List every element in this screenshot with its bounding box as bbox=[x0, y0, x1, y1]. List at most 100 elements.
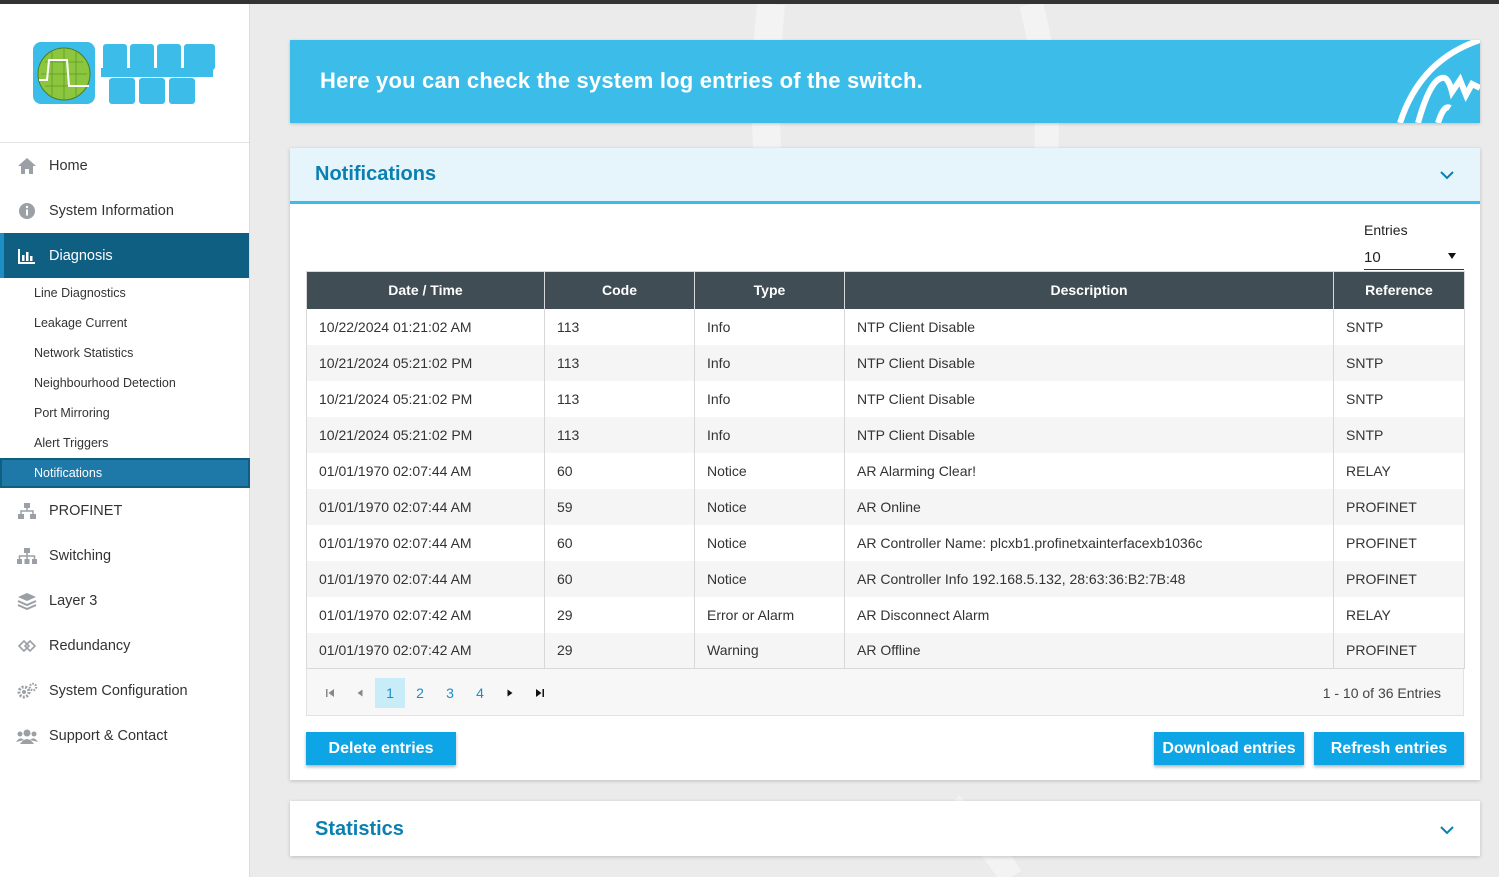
page-4-button[interactable]: 4 bbox=[465, 678, 495, 708]
nav-profinet[interactable]: PROFINET bbox=[0, 488, 249, 533]
sub-neighbourhood-detection[interactable]: Neighbourhood Detection bbox=[0, 368, 249, 398]
chart-icon bbox=[16, 246, 38, 266]
entries-select-value: 10 bbox=[1364, 249, 1381, 266]
diagnosis-submenu: Line Diagnostics Leakage Current Network… bbox=[0, 278, 250, 488]
download-entries-button[interactable]: Download entries bbox=[1154, 732, 1304, 765]
cell-date-time: 10/21/2024 05:21:02 PM bbox=[306, 380, 545, 417]
nav-diagnosis[interactable]: Diagnosis bbox=[0, 233, 249, 278]
sub-notifications[interactable]: Notifications bbox=[0, 458, 250, 488]
log-table: Date / Time Code Type Description Refere… bbox=[306, 271, 1465, 669]
cell-date-time: 01/01/1970 02:07:42 AM bbox=[306, 596, 545, 633]
banner-wave-logo bbox=[1397, 40, 1480, 123]
statistics-title: Statistics bbox=[315, 818, 404, 840]
cell-description: AR Controller Info 192.168.5.132, 28:63:… bbox=[844, 560, 1334, 597]
first-page-icon[interactable] bbox=[315, 678, 345, 708]
cell-reference: SNTP bbox=[1333, 344, 1465, 381]
caret-down-icon bbox=[1448, 253, 1456, 259]
page-1-button[interactable]: 1 bbox=[375, 678, 405, 708]
cell-type: Error or Alarm bbox=[694, 596, 845, 633]
next-page-icon[interactable] bbox=[495, 678, 525, 708]
cell-date-time: 10/21/2024 05:21:02 PM bbox=[306, 344, 545, 381]
page-3-button[interactable]: 3 bbox=[435, 678, 465, 708]
sub-port-mirroring[interactable]: Port Mirroring bbox=[0, 398, 249, 428]
cell-code: 60 bbox=[544, 452, 695, 489]
table-row: 10/21/2024 05:21:02 PM 113 Info NTP Client … bbox=[306, 416, 1465, 453]
prev-page-icon[interactable] bbox=[345, 678, 375, 708]
cell-description: NTP Client Disable bbox=[844, 344, 1334, 381]
page-info: 1 - 10 of 36 Entries bbox=[1322, 685, 1441, 701]
nav-home-label: Home bbox=[49, 157, 88, 174]
table-row: 10/21/2024 05:21:02 PM 113 Info NTP Client … bbox=[306, 380, 1465, 417]
chevron-down-icon[interactable] bbox=[1440, 825, 1454, 835]
main-nav: Home System Information Diagnosis bbox=[0, 143, 249, 278]
cell-type: Notice bbox=[694, 560, 845, 597]
cell-description: AR Alarming Clear! bbox=[844, 452, 1334, 489]
cell-reference: RELAY bbox=[1333, 452, 1465, 489]
cell-type: Warning bbox=[694, 632, 845, 669]
nav-switching-label: Switching bbox=[49, 547, 112, 564]
home-icon bbox=[16, 156, 38, 176]
page-2-button[interactable]: 2 bbox=[405, 678, 435, 708]
cell-date-time: 01/01/1970 02:07:44 AM bbox=[306, 488, 545, 525]
delete-entries-button[interactable]: Delete entries bbox=[306, 732, 456, 765]
cell-code: 59 bbox=[544, 488, 695, 525]
table-row: 01/01/1970 02:07:42 AM 29 Warning AR Offlin… bbox=[306, 632, 1465, 669]
chevron-down-icon[interactable] bbox=[1440, 170, 1454, 180]
nav-redundancy[interactable]: Redundancy bbox=[0, 623, 249, 668]
sub-leakage-current[interactable]: Leakage Current bbox=[0, 308, 249, 338]
cell-type: Info bbox=[694, 380, 845, 417]
cell-reference: SNTP bbox=[1333, 416, 1465, 453]
nav-layer-3-label: Layer 3 bbox=[49, 592, 98, 609]
cell-date-time: 01/01/1970 02:07:42 AM bbox=[306, 632, 545, 669]
notifications-title: Notifications bbox=[315, 163, 437, 185]
cell-reference: PROFINET bbox=[1333, 488, 1465, 525]
redundancy-icon bbox=[16, 636, 38, 656]
cell-type: Notice bbox=[694, 488, 845, 525]
users-icon bbox=[16, 726, 38, 746]
table-row: 01/01/1970 02:07:44 AM 60 Notice AR Control… bbox=[306, 524, 1465, 561]
notifications-header[interactable]: Notifications bbox=[290, 148, 1480, 204]
col-header-date-time[interactable]: Date / Time bbox=[306, 271, 545, 309]
cell-reference: PROFINET bbox=[1333, 524, 1465, 561]
col-header-description[interactable]: Description bbox=[844, 271, 1334, 309]
switch-icon bbox=[16, 546, 38, 566]
cell-date-time: 01/01/1970 02:07:44 AM bbox=[306, 560, 545, 597]
sub-network-statistics[interactable]: Network Statistics bbox=[0, 338, 249, 368]
layers-icon bbox=[16, 591, 38, 611]
cell-description: NTP Client Disable bbox=[844, 416, 1334, 453]
table-row: 10/22/2024 01:21:02 AM 113 Info NTP Client … bbox=[306, 308, 1465, 345]
nav-support-contact[interactable]: Support & Contact bbox=[0, 713, 249, 758]
cell-code: 113 bbox=[544, 416, 695, 453]
cell-type: Notice bbox=[694, 452, 845, 489]
refresh-entries-button[interactable]: Refresh entries bbox=[1314, 732, 1464, 765]
info-icon bbox=[16, 201, 38, 221]
last-page-icon[interactable] bbox=[525, 678, 555, 708]
entries-per-page-select[interactable]: 10 bbox=[1364, 244, 1464, 270]
col-header-reference[interactable]: Reference bbox=[1333, 271, 1465, 309]
sub-line-diagnostics[interactable]: Line Diagnostics bbox=[0, 278, 249, 308]
statistics-header[interactable]: Statistics bbox=[290, 801, 1480, 856]
notifications-panel: Notifications Entries 10 Date / Time Cod… bbox=[290, 148, 1480, 780]
col-header-type[interactable]: Type bbox=[694, 271, 845, 309]
cell-description: AR Disconnect Alarm bbox=[844, 596, 1334, 633]
cell-description: AR Controller Name: plcxb1.profinetxaint… bbox=[844, 524, 1334, 561]
cell-description: AR Online bbox=[844, 488, 1334, 525]
nav-layer-3[interactable]: Layer 3 bbox=[0, 578, 249, 623]
statistics-panel: Statistics bbox=[290, 801, 1480, 856]
nav-system-information[interactable]: System Information bbox=[0, 188, 249, 233]
nav-diagnosis-label: Diagnosis bbox=[49, 247, 113, 264]
sidebar: Home System Information Diagnosis Line D… bbox=[0, 4, 250, 877]
cell-type: Info bbox=[694, 344, 845, 381]
main-nav-lower: PROFINET Switching Layer 3 Redundancy Sy… bbox=[0, 488, 249, 758]
cell-code: 29 bbox=[544, 632, 695, 669]
nav-profinet-label: PROFINET bbox=[49, 502, 123, 519]
nav-system-configuration[interactable]: System Configuration bbox=[0, 668, 249, 713]
nav-home[interactable]: Home bbox=[0, 143, 249, 188]
indu-sol-logo[interactable] bbox=[33, 42, 218, 106]
cell-code: 29 bbox=[544, 596, 695, 633]
sub-alert-triggers[interactable]: Alert Triggers bbox=[0, 428, 249, 458]
col-header-code[interactable]: Code bbox=[544, 271, 695, 309]
nav-system-information-label: System Information bbox=[49, 202, 174, 219]
nav-switching[interactable]: Switching bbox=[0, 533, 249, 578]
cell-reference: SNTP bbox=[1333, 380, 1465, 417]
